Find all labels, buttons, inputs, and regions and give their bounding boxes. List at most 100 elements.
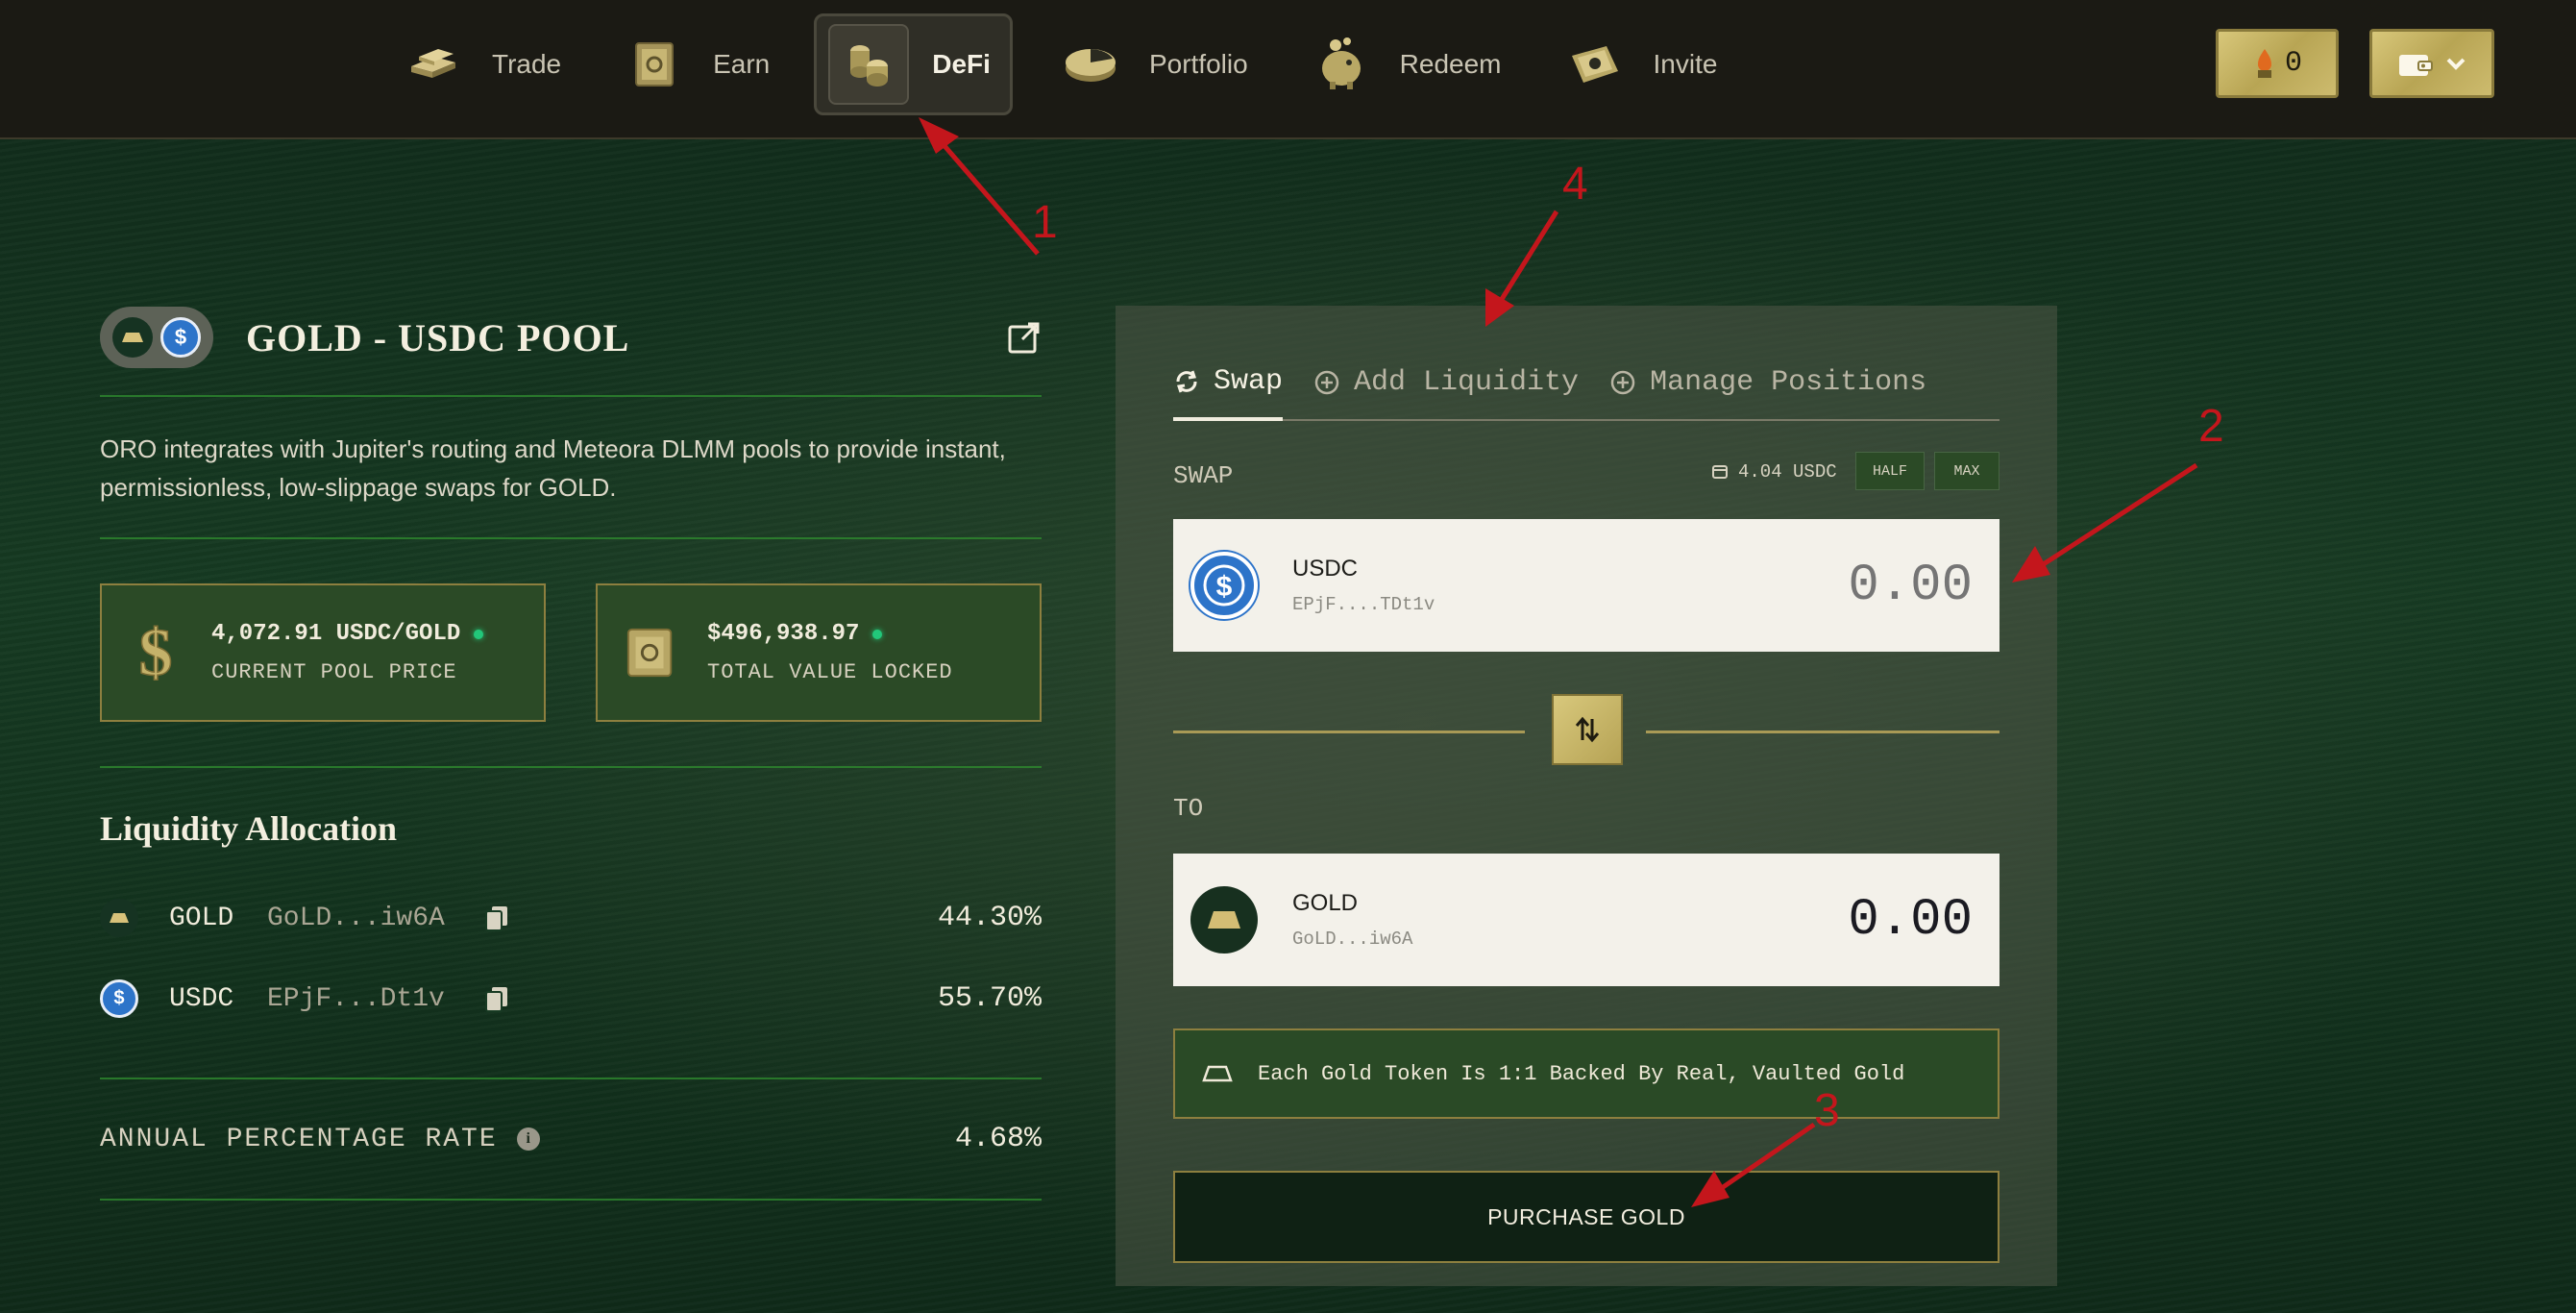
divider: [100, 537, 1042, 539]
pie-chart-icon: [1057, 31, 1124, 98]
tab-swap[interactable]: Swap: [1173, 346, 1284, 421]
annotation-number: 3: [1814, 1085, 1840, 1136]
nav-trade[interactable]: Trade: [384, 13, 577, 115]
wallet-icon: [1712, 465, 1728, 479]
nav-invite[interactable]: Invite: [1546, 13, 1733, 115]
balance-value: 4.04 USDC: [1738, 461, 1837, 483]
allocation-percent: 55.70%: [937, 982, 1042, 1015]
usdc-token-icon: $: [100, 979, 138, 1018]
pool-price-label: CURRENT POOL PRICE: [211, 660, 457, 684]
pool-stats: $ 4,072.91 USDC/GOLD CURRENT POOL PRICE …: [100, 583, 1042, 722]
to-token-symbol: GOLD: [1292, 890, 1359, 916]
copy-icon[interactable]: [484, 985, 509, 1012]
pool-description: ORO integrates with Jupiter's routing an…: [100, 434, 1006, 502]
wallet-menu-button[interactable]: [2369, 29, 2494, 98]
gold-token-icon: [100, 899, 138, 937]
top-navigation-bar: Trade Earn DeFi Portfolio Redeem Invite …: [0, 0, 2576, 139]
to-token-address: GoLD...iw6A: [1292, 929, 1413, 950]
divider: [100, 1078, 1042, 1079]
nav-label-defi: DeFi: [932, 49, 991, 79]
gold-token-icon: [112, 317, 153, 358]
live-indicator: [474, 629, 484, 639]
lamp-icon: [2257, 49, 2271, 78]
pool-info-section: $ GOLD - USDC POOL ORO integrates with J…: [100, 303, 1042, 1201]
svg-text:$: $: [139, 617, 173, 688]
divider: [100, 766, 1042, 768]
liquidity-allocation-title: Liquidity Allocation: [100, 809, 398, 848]
fuel-points-button[interactable]: 0: [2216, 29, 2339, 98]
allocation-percent: 44.30%: [937, 902, 1042, 934]
allocation-symbol: GOLD: [169, 903, 234, 933]
annotation-number: 4: [1562, 159, 1588, 210]
from-amount-input[interactable]: [1684, 556, 1973, 615]
divider: [1646, 731, 1999, 733]
gold-bar-icon: [1202, 1065, 1233, 1082]
plus-circle-icon: [1610, 370, 1635, 395]
from-token-info[interactable]: USDC EPjF....TDt1v: [1292, 556, 1435, 615]
coins-icon: [828, 24, 910, 105]
tvl-label: TOTAL VALUE LOCKED: [707, 660, 953, 684]
allocation-address: EPjF...Dt1v: [267, 983, 445, 1014]
allocation-row-gold: GOLD GoLD...iw6A 44.30%: [100, 878, 1042, 958]
svg-text:$: $: [1216, 571, 1233, 603]
half-button[interactable]: HALF: [1855, 452, 1925, 490]
from-token-address: EPjF....TDt1v: [1292, 594, 1435, 615]
wallet-balance: 4.04 USDC: [1711, 461, 1837, 483]
stat-total-value-locked: $496,938.97 TOTAL VALUE LOCKED: [596, 583, 1042, 722]
nav-label-trade: Trade: [492, 49, 562, 79]
live-indicator: [872, 629, 883, 639]
to-token-box: GOLD GoLD...iw6A 0.00: [1173, 854, 1999, 986]
to-section-label: TO: [1173, 794, 1204, 823]
max-button[interactable]: MAX: [1934, 452, 1999, 490]
from-token-box: $ USDC EPjF....TDt1v: [1173, 519, 1999, 652]
tab-add-liquidity[interactable]: Add Liquidity: [1313, 346, 1579, 419]
divider: [100, 1199, 1042, 1201]
to-token-info[interactable]: GOLD GoLD...iw6A: [1292, 890, 1412, 950]
allocation-address: GoLD...iw6A: [267, 903, 445, 933]
copy-icon[interactable]: [484, 904, 509, 931]
pool-token-pair-badge: $: [100, 307, 213, 368]
nav-label-earn: Earn: [713, 49, 771, 79]
gold-bars-icon: [400, 31, 467, 98]
pool-title: GOLD - USDC POOL: [246, 315, 630, 359]
flip-tokens-button[interactable]: [1552, 694, 1623, 765]
external-link-icon[interactable]: [1007, 320, 1042, 355]
refresh-icon: [1176, 370, 1197, 393]
to-amount-output: 0.00: [1848, 890, 1973, 950]
apr-value: 4.68%: [954, 1123, 1042, 1155]
gold-token-icon[interactable]: [1190, 886, 1258, 954]
tab-swap-label: Swap: [1214, 365, 1284, 398]
usdc-token-icon: $: [160, 317, 201, 358]
fuel-count: 0: [2284, 47, 2302, 80]
swap-arrows-icon: [1575, 716, 1600, 743]
tab-add-liquidity-label: Add Liquidity: [1354, 366, 1580, 399]
gold-backing-notice: Each Gold Token Is 1:1 Backed By Real, V…: [1173, 1028, 1999, 1119]
tab-manage-positions[interactable]: Manage Positions: [1609, 346, 1926, 419]
plus-circle-icon: [1314, 370, 1339, 395]
safe-icon: [625, 616, 678, 689]
nav-redeem[interactable]: Redeem: [1292, 13, 1517, 115]
tvl-value: $496,938.97: [707, 621, 860, 647]
nav-defi[interactable]: DeFi: [814, 13, 1013, 115]
nav-label-invite: Invite: [1653, 49, 1718, 79]
swap-tabs: Swap Add Liquidity Manage Positions: [1173, 346, 1999, 421]
from-token-symbol: USDC: [1292, 556, 1359, 582]
nav-earn[interactable]: Earn: [605, 13, 785, 115]
purchase-gold-button[interactable]: PURCHASE GOLD: [1173, 1171, 1999, 1263]
usdc-token-icon[interactable]: $: [1190, 552, 1258, 619]
divider: [1173, 731, 1525, 733]
nav-label-portfolio: Portfolio: [1148, 49, 1248, 79]
piggy-bank-icon: [1308, 31, 1375, 98]
notice-text: Each Gold Token Is 1:1 Backed By Real, V…: [1258, 1061, 1905, 1086]
info-icon[interactable]: i: [516, 1127, 540, 1151]
nav-portfolio[interactable]: Portfolio: [1042, 13, 1263, 115]
annotation-number: 1: [1032, 197, 1058, 248]
pool-price-value: 4,072.91 USDC/GOLD: [211, 621, 461, 647]
chevron-down-icon: [2446, 58, 2466, 70]
wallet-icon: [2399, 55, 2433, 76]
annotation-number: 2: [2198, 401, 2224, 452]
pool-header: $ GOLD - USDC POOL: [100, 303, 1042, 372]
dollar-icon: $: [129, 616, 183, 689]
swap-panel: Swap Add Liquidity Manage Positions SWAP…: [1116, 306, 2057, 1286]
ticket-icon: [1561, 31, 1629, 98]
